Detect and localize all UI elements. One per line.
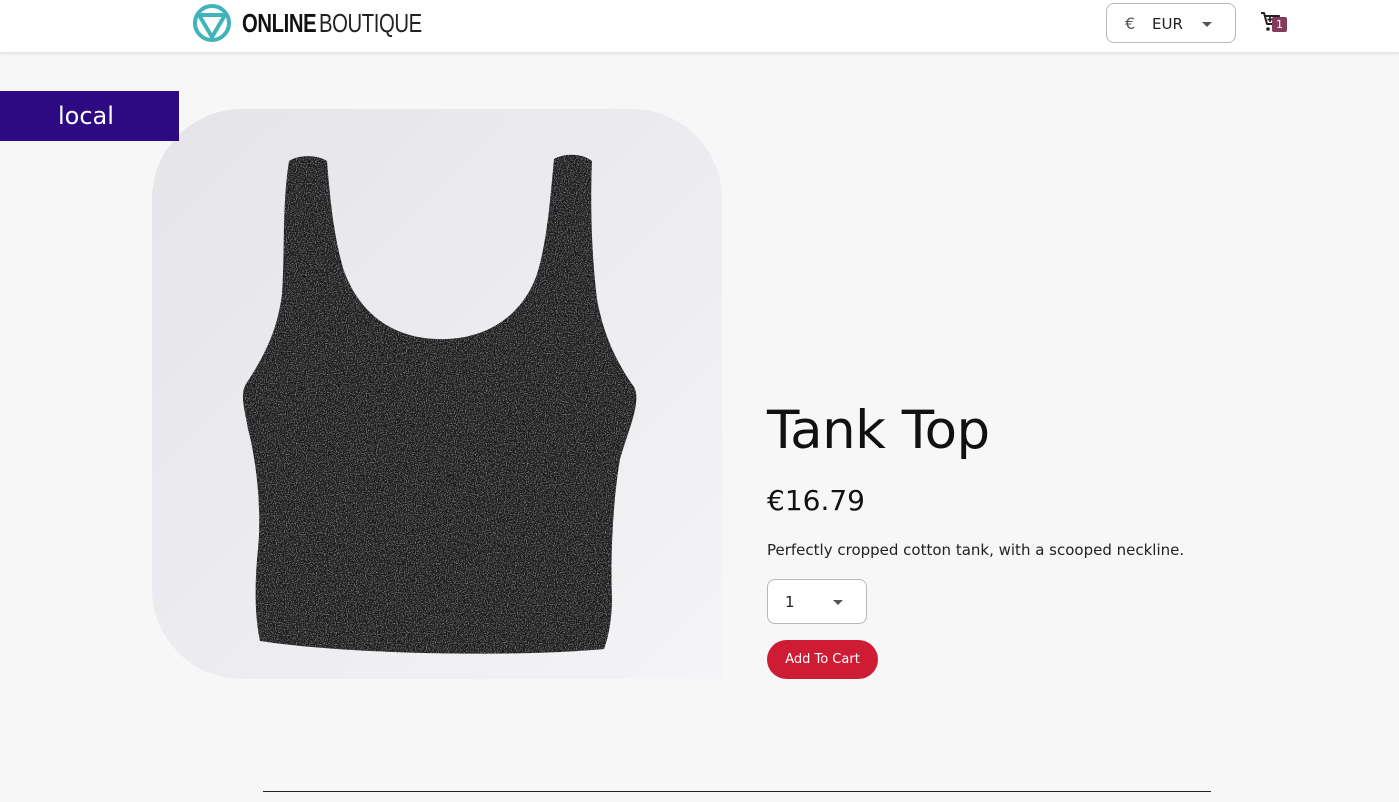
currency-code: EUR	[1152, 15, 1183, 33]
logo-text-bold: ONLINE	[242, 8, 317, 38]
cart-button[interactable]: 1	[1258, 10, 1290, 36]
header: ONLINE BOUTIQUE € EUR 1	[0, 0, 1399, 53]
product-price: €16.79	[767, 484, 865, 517]
add-to-cart-button[interactable]: Add To Cart	[767, 640, 878, 679]
footer-divider	[263, 791, 1211, 792]
currency-select[interactable]: € EUR	[1106, 3, 1236, 43]
logo[interactable]: ONLINE BOUTIQUE	[192, 3, 451, 43]
chevron-down-icon	[1202, 22, 1212, 27]
tank-top-image	[242, 154, 637, 654]
product-image	[152, 109, 722, 679]
currency-symbol: €	[1125, 14, 1136, 33]
product-title: Tank Top	[767, 400, 990, 461]
environment-badge: local	[0, 91, 179, 141]
product-description: Perfectly cropped cotton tank, with a sc…	[767, 541, 1185, 559]
logo-text-light: BOUTIQUE	[319, 8, 423, 38]
cart-count-badge: 1	[1272, 17, 1287, 32]
logo-icon	[193, 4, 231, 42]
quantity-select[interactable]: 1	[767, 579, 867, 624]
chevron-down-icon	[833, 600, 843, 605]
quantity-value: 1	[785, 593, 795, 611]
logo-text: ONLINE BOUTIQUE	[242, 3, 451, 43]
